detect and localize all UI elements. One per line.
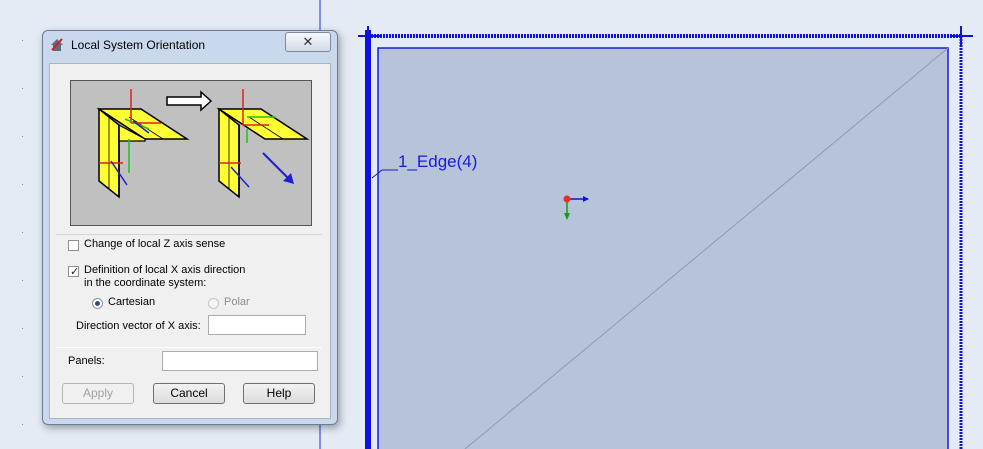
edge-label: 1_Edge(4) (398, 152, 478, 171)
help-button[interactable]: Help (243, 383, 315, 404)
direction-vector-input[interactable] (208, 315, 306, 335)
transform-arrow-icon (166, 90, 213, 112)
panels-input[interactable] (162, 351, 318, 371)
dialog-title: Local System Orientation (71, 38, 206, 52)
direction-vector-label: Direction vector of X axis: (76, 320, 201, 332)
dialog-body: Change of local Z axis sense ✓ Definitio… (49, 63, 331, 419)
apply-button[interactable]: Apply (62, 383, 134, 404)
change-z-label[interactable]: Change of local Z axis sense (84, 238, 225, 250)
cartesian-label[interactable]: Cartesian (108, 296, 155, 308)
orientation-illustration (70, 80, 312, 226)
change-z-checkbox[interactable] (68, 240, 79, 251)
definition-x-label-line2: in the coordinate system: (84, 277, 207, 289)
polar-radio[interactable] (208, 298, 219, 309)
cancel-button[interactable]: Cancel (153, 383, 225, 404)
cartesian-radio[interactable] (92, 298, 103, 309)
app-icon (51, 38, 63, 51)
close-button[interactable]: ✕ (285, 32, 331, 52)
definition-x-checkbox[interactable]: ✓ (68, 266, 80, 278)
dialog-titlebar[interactable]: Local System Orientation ✕ (43, 31, 337, 57)
bracket-after-image (216, 89, 310, 199)
definition-x-label-line1[interactable]: Definition of local X axis direction (84, 264, 245, 276)
local-system-orientation-dialog: Local System Orientation ✕ Change of loc… (42, 30, 338, 425)
polar-label[interactable]: Polar (224, 296, 250, 308)
checkmark-icon: ✓ (70, 266, 80, 278)
radio-selected-dot (95, 301, 100, 306)
panel-face (377, 47, 949, 449)
panels-label: Panels: (68, 355, 105, 367)
